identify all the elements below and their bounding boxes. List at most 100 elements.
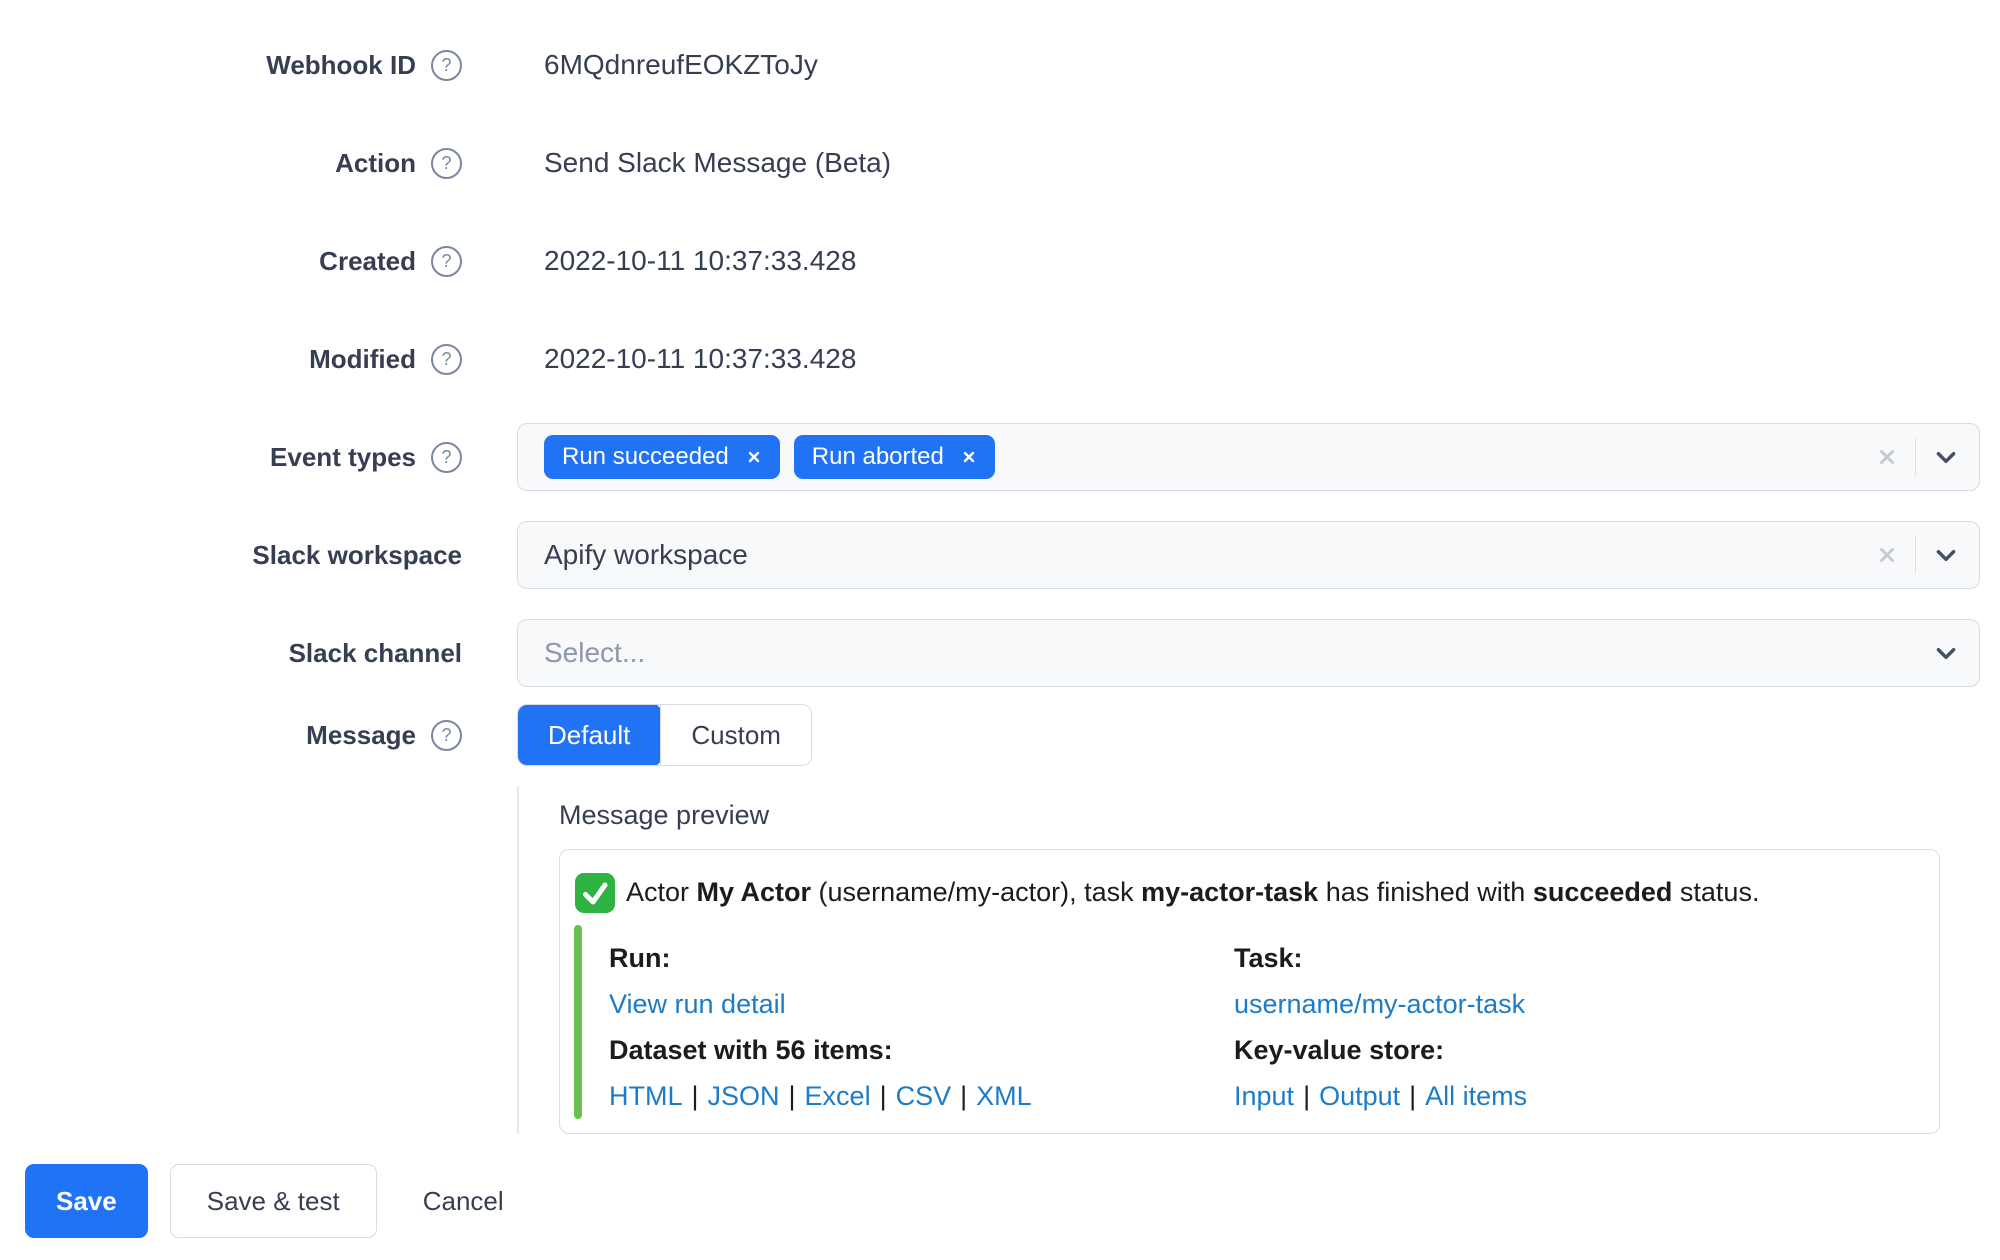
- dataset-links: HTML | JSON | Excel | CSV | XML: [609, 1073, 1234, 1119]
- preview-title-row: Actor My Actor (username/my-actor), task…: [574, 872, 1915, 914]
- cancel-button[interactable]: Cancel: [423, 1164, 504, 1238]
- preview-title-text: Actor My Actor (username/my-actor), task…: [626, 875, 1759, 910]
- webhook-id-value: 6MQdnreufEOKZToJy: [544, 49, 818, 80]
- created-value-cell: 2022-10-11 10:37:33.428: [517, 245, 1980, 277]
- event-type-tag: Run succeeded: [544, 435, 780, 479]
- row-created: Created ? 2022-10-11 10:37:33.428: [0, 212, 2000, 310]
- action-value-cell: Send Slack Message (Beta): [517, 147, 1980, 179]
- attachment-fields: Run: View run detail Dataset with 56 ite…: [609, 925, 1915, 1119]
- event-types-label-cell: Event types ?: [0, 441, 462, 473]
- slack-channel-select[interactable]: Select...: [517, 619, 1980, 687]
- webhook-settings-page: Webhook ID ? 6MQdnreufEOKZToJy Action ? …: [0, 0, 2000, 1238]
- preview-link[interactable]: Output: [1319, 1081, 1400, 1112]
- attachment-column-right: Task: username/my-actor-task Key-value s…: [1234, 935, 1915, 1119]
- link-separator: |: [788, 1080, 796, 1111]
- event-types-select-controls: [1876, 438, 1960, 476]
- select-divider: [1914, 438, 1916, 476]
- modified-label: Modified: [309, 343, 416, 374]
- preview-title-segment: my-actor-task: [1141, 877, 1319, 908]
- row-message: Message ? Default Custom: [0, 702, 2000, 786]
- preview-link[interactable]: JSON: [708, 1081, 780, 1112]
- event-type-tags: Run succeeded Run aborted: [544, 435, 995, 479]
- message-mode-default-button[interactable]: Default: [517, 705, 662, 765]
- action-label: Action: [335, 147, 416, 178]
- event-types-label: Event types: [270, 441, 416, 472]
- message-mode-custom-button[interactable]: Custom: [660, 705, 811, 765]
- help-icon[interactable]: ?: [431, 245, 462, 277]
- preview-link[interactable]: HTML: [609, 1081, 683, 1112]
- chevron-down-icon[interactable]: [1933, 444, 1959, 470]
- chevron-down-icon[interactable]: [1933, 640, 1959, 666]
- row-slack-channel: Slack channel Select...: [0, 604, 2000, 702]
- attachment-color-bar: [574, 925, 582, 1119]
- preview-title-segment: succeeded: [1532, 877, 1673, 908]
- dataset-heading: Dataset with 56 items:: [609, 1034, 893, 1065]
- clear-select-icon[interactable]: [1876, 544, 1898, 566]
- message-mode-toggle: Default Custom: [517, 704, 812, 766]
- event-type-tag: Run aborted: [793, 435, 995, 479]
- preview-title-segment: has finished with: [1318, 877, 1533, 908]
- link-separator: |: [879, 1080, 887, 1111]
- task-links: username/my-actor-task: [1234, 981, 1915, 1027]
- run-links: View run detail: [609, 981, 1234, 1027]
- chevron-down-icon[interactable]: [1933, 542, 1959, 568]
- save-and-test-button[interactable]: Save & test: [169, 1164, 377, 1238]
- modified-label-cell: Modified ?: [0, 343, 462, 375]
- save-button[interactable]: Save: [25, 1164, 148, 1238]
- preview-link[interactable]: CSV: [896, 1081, 952, 1112]
- message-preview-section: Message preview Actor My Actor (username…: [517, 786, 1943, 1134]
- message-control-cell: Default Custom: [517, 704, 1980, 766]
- help-icon[interactable]: ?: [431, 719, 462, 751]
- webhook-id-value-cell: 6MQdnreufEOKZToJy: [517, 49, 1980, 81]
- action-value: Send Slack Message (Beta): [544, 147, 892, 178]
- slack-workspace-select[interactable]: Apify workspace: [517, 521, 1980, 589]
- preview-title-segment: status.: [1672, 877, 1760, 908]
- remove-tag-icon[interactable]: [961, 449, 977, 465]
- slack-channel-label-cell: Slack channel: [0, 638, 462, 669]
- row-modified: Modified ? 2022-10-11 10:37:33.428: [0, 310, 2000, 408]
- help-icon[interactable]: ?: [431, 343, 462, 375]
- clear-select-icon[interactable]: [1876, 446, 1898, 468]
- attachment-column-left: Run: View run detail Dataset with 56 ite…: [609, 935, 1234, 1119]
- created-label-cell: Created ?: [0, 245, 462, 277]
- actions-bar: Save Save & test Cancel: [0, 1164, 2000, 1238]
- row-slack-workspace: Slack workspace Apify workspace: [0, 506, 2000, 604]
- slack-workspace-select-controls: [1876, 536, 1960, 574]
- created-label: Created: [319, 245, 416, 276]
- event-types-control-cell: Run succeeded Run aborted: [517, 423, 1980, 491]
- webhook-id-label-cell: Webhook ID ?: [0, 49, 462, 81]
- help-icon[interactable]: ?: [431, 49, 462, 81]
- created-value: 2022-10-11 10:37:33.428: [544, 245, 857, 276]
- slack-channel-placeholder: Select...: [544, 637, 646, 668]
- preview-title-segment: (username/my-actor), task: [811, 877, 1142, 908]
- row-action: Action ? Send Slack Message (Beta): [0, 114, 2000, 212]
- task-heading: Task:: [1234, 942, 1303, 973]
- help-icon[interactable]: ?: [431, 147, 462, 179]
- remove-tag-icon[interactable]: [746, 449, 762, 465]
- preview-link[interactable]: Excel: [805, 1081, 871, 1112]
- modified-value: 2022-10-11 10:37:33.428: [544, 343, 857, 374]
- slack-workspace-label: Slack workspace: [252, 539, 462, 570]
- preview-link[interactable]: All items: [1425, 1081, 1527, 1112]
- message-label: Message: [306, 719, 416, 750]
- preview-link[interactable]: View run detail: [609, 989, 786, 1020]
- preview-link[interactable]: Input: [1234, 1081, 1294, 1112]
- modified-value-cell: 2022-10-11 10:37:33.428: [517, 343, 1980, 375]
- run-heading: Run:: [609, 942, 671, 973]
- slack-channel-label: Slack channel: [288, 637, 462, 668]
- preview-link[interactable]: username/my-actor-task: [1234, 989, 1525, 1020]
- webhook-id-label: Webhook ID: [266, 49, 416, 80]
- row-event-types: Event types ? Run succeeded Run aborted: [0, 408, 2000, 506]
- preview-link[interactable]: XML: [976, 1081, 1032, 1112]
- message-label-cell: Message ?: [0, 704, 462, 766]
- help-icon[interactable]: ?: [431, 441, 462, 473]
- slack-workspace-value: Apify workspace: [544, 539, 748, 570]
- slack-workspace-label-cell: Slack workspace: [0, 540, 462, 571]
- message-preview-card: Actor My Actor (username/my-actor), task…: [559, 849, 1940, 1134]
- event-types-select[interactable]: Run succeeded Run aborted: [517, 423, 1980, 491]
- tag-label: Run succeeded: [562, 443, 729, 470]
- link-separator: |: [691, 1080, 699, 1111]
- action-label-cell: Action ?: [0, 147, 462, 179]
- link-separator: |: [1409, 1080, 1417, 1111]
- slack-workspace-control-cell: Apify workspace: [517, 521, 1980, 589]
